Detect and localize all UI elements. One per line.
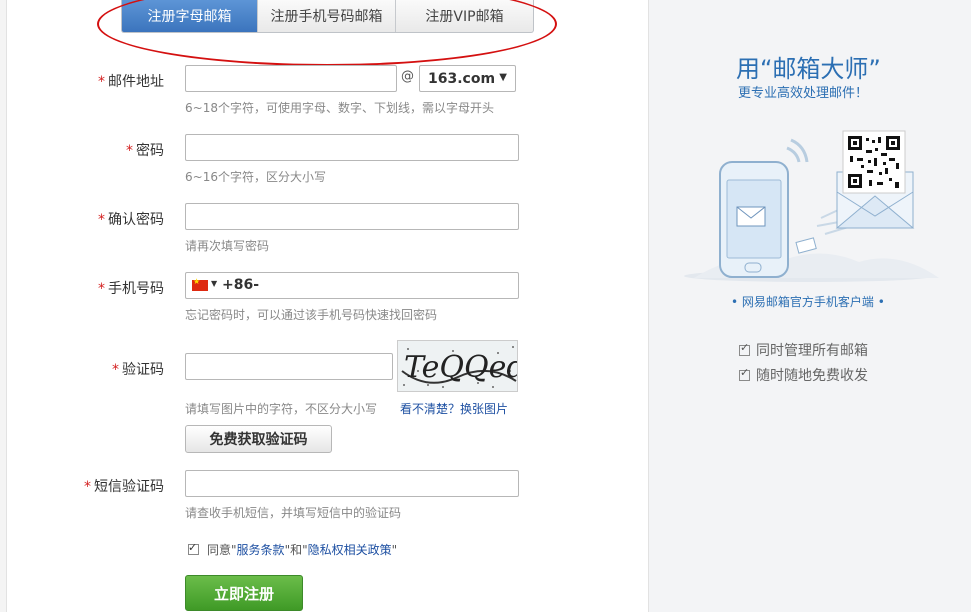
password-label: * 密码: [126, 140, 164, 160]
terms-of-service-link[interactable]: 服务条款: [237, 541, 285, 558]
required-mark: *: [112, 362, 119, 378]
captcha-label-text: 验证码: [122, 362, 164, 378]
confirm-password-label: * 确认密码: [98, 209, 164, 229]
privacy-policy-link[interactable]: 隐私权相关政策: [308, 541, 392, 558]
feature-item: 同时管理所有邮箱: [739, 340, 868, 360]
captcha-hint: 请填写图片中的字符，不区分大小写: [185, 402, 378, 416]
email-hint: 6~18个字符，可使用字母、数字、下划线，需以字母开头: [185, 101, 494, 115]
required-mark: *: [84, 479, 91, 495]
phone-hint: 忘记密码时，可以通过该手机号码快速找回密码: [185, 308, 438, 322]
phone-label: * 手机号码: [98, 278, 164, 298]
small-envelope: [795, 237, 817, 254]
confirm-password-hint: 请再次填写密码: [185, 239, 270, 253]
phone-illustration: [684, 130, 939, 282]
phone-label-text: 手机号码: [108, 281, 164, 297]
required-mark: *: [98, 281, 105, 297]
password-hint: 6~16个字符，区分大小写: [185, 170, 326, 184]
get-sms-code-button[interactable]: 免费获取验证码: [185, 425, 332, 453]
register-button[interactable]: 立即注册: [185, 575, 303, 611]
required-mark: *: [98, 212, 105, 228]
email-label: * 邮件地址: [98, 71, 164, 91]
promo-subtitle: 更专业高效处理邮件！: [738, 86, 869, 101]
registration-tabs: 注册字母邮箱 注册手机号码邮箱 注册VIP邮箱: [121, 0, 534, 33]
agreement-checkbox[interactable]: [188, 541, 199, 555]
sms-code-hint: 请查收手机短信，并填写短信中的验证码: [185, 506, 402, 520]
required-mark: *: [126, 143, 133, 159]
captcha-label: * 验证码: [112, 359, 164, 379]
captcha-noise: TeQQed: [401, 346, 518, 388]
sms-code-label: * 短信验证码: [84, 476, 164, 496]
tab-letter-email[interactable]: 注册字母邮箱: [122, 0, 258, 32]
feature-item: 随时随地免费收发: [739, 365, 868, 385]
captcha-input[interactable]: [185, 353, 393, 380]
sms-code-input[interactable]: [185, 470, 519, 497]
chevron-down-icon: ▼: [499, 72, 507, 83]
agreement-prefix: 同意: [207, 543, 232, 557]
required-mark: *: [98, 74, 105, 90]
refresh-captcha-link[interactable]: 看不清楚？换张图片: [400, 400, 508, 417]
promo-title: 用“邮箱大师”: [736, 55, 881, 83]
confirm-password-input[interactable]: [185, 203, 519, 230]
captcha-text: TeQQed: [404, 350, 518, 385]
email-input[interactable]: [185, 65, 397, 92]
email-domain-value: 163.com: [428, 70, 496, 87]
email-label-text: 邮件地址: [108, 74, 164, 90]
dial-code: +86-: [222, 277, 260, 293]
phone-input[interactable]: ★ ▼ +86-: [185, 272, 519, 299]
password-label-text: 密码: [136, 143, 164, 159]
tab-vip-email[interactable]: 注册VIP邮箱: [396, 0, 533, 32]
check-icon: [739, 366, 750, 381]
feature-text: 同时管理所有邮箱: [756, 343, 868, 359]
agreement-and: "和": [284, 543, 308, 557]
feature-text: 随时随地免费收发: [756, 368, 868, 384]
sms-code-label-text: 短信验证码: [94, 479, 164, 495]
client-label: • 网易邮箱官方手机客户端 •: [731, 295, 885, 309]
tab-phone-email[interactable]: 注册手机号码邮箱: [258, 0, 396, 32]
agreement-row: 同意 " 服务条款 "和" 隐私权相关政策 ": [188, 541, 397, 558]
check-icon: [739, 341, 750, 356]
email-domain-select[interactable]: 163.com ▼: [419, 65, 516, 92]
agreement-quote: ": [391, 542, 398, 557]
left-page-border: [0, 0, 7, 612]
captcha-image[interactable]: TeQQed: [397, 340, 518, 392]
password-input[interactable]: [185, 134, 519, 161]
signal-waves: [786, 138, 809, 163]
at-sign: @: [401, 69, 414, 84]
china-flag-icon[interactable]: ★: [192, 277, 208, 291]
confirm-password-label-text: 确认密码: [108, 212, 164, 228]
country-caret-icon[interactable]: ▼: [211, 279, 217, 288]
